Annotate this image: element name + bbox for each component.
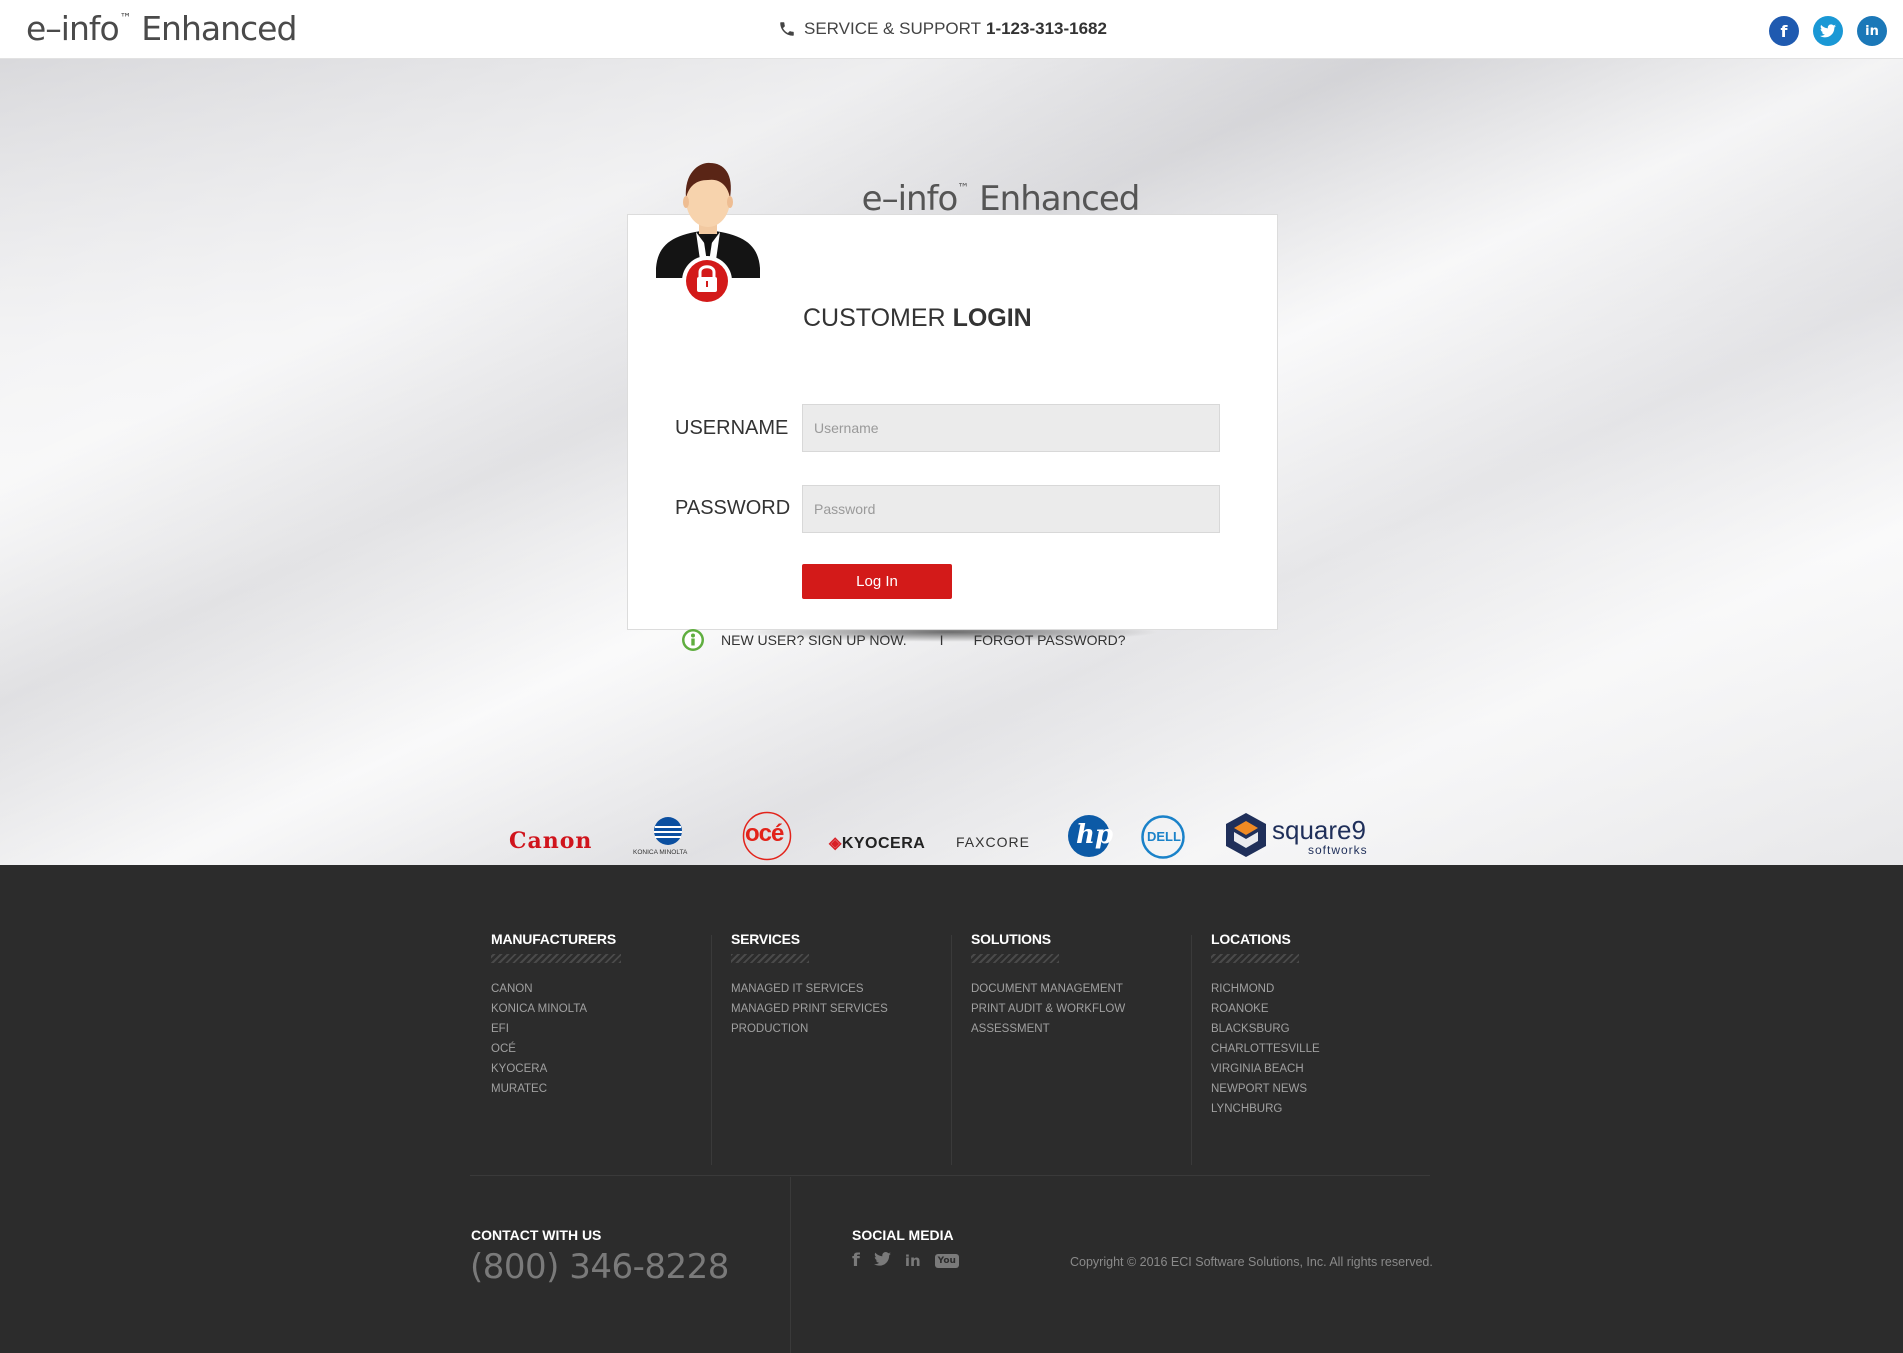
username-label: USERNAME	[675, 417, 789, 439]
square9-hex-icon	[1226, 813, 1266, 857]
login-title-bold: LOGIN	[952, 304, 1032, 332]
social-heading: SOCIAL MEDIA	[852, 1227, 954, 1243]
footer-link[interactable]: RICHMOND	[1211, 979, 1441, 999]
footer-link[interactable]: PRODUCTION	[731, 1019, 961, 1039]
forgot-password-link[interactable]: FORGOT PASSWORD?	[974, 632, 1126, 648]
footer-heading: SOLUTIONS	[971, 931, 1051, 947]
linkedin-icon[interactable]: in	[905, 1252, 921, 1270]
footer-divider	[951, 935, 952, 1165]
header-social-links: f in	[1755, 16, 1887, 46]
username-input[interactable]	[802, 404, 1220, 452]
kyocera-label: KYOCERA	[841, 835, 926, 852]
footer-col-manufacturers: MANUFACTURERS CANON KONICA MINOLTA EFI O…	[491, 931, 721, 1099]
brand-faxcore: FAXCORE	[956, 834, 1030, 850]
footer-link[interactable]: CHARLOTTESVILLE	[1211, 1039, 1441, 1059]
footer-social-links: f in You	[852, 1250, 973, 1271]
logo-tm: ™	[119, 11, 132, 25]
footer-link[interactable]: OCÉ	[491, 1039, 721, 1059]
hero-logo-main: e–info	[861, 179, 959, 219]
contact-phone[interactable]: (800) 346-8228	[470, 1247, 729, 1287]
footer-link[interactable]: ASSESSMENT	[971, 1019, 1201, 1039]
password-input[interactable]	[802, 485, 1220, 533]
twitter-icon[interactable]	[1813, 16, 1843, 46]
support-info: SERVICE & SUPPORT 1-123-313-1682	[778, 19, 1107, 39]
footer-link[interactable]: NEWPORT NEWS	[1211, 1079, 1441, 1099]
site-logo[interactable]: e–info™ Enhanced	[26, 9, 297, 48]
heading-underline	[971, 954, 1059, 963]
heading-underline	[1211, 954, 1299, 963]
konica-label: KONICA MINOLTA	[633, 849, 688, 856]
footer-link[interactable]: KYOCERA	[491, 1059, 721, 1079]
footer-horizontal-divider	[470, 1175, 1430, 1176]
footer-link[interactable]: LYNCHBURG	[1211, 1099, 1441, 1119]
footer-link[interactable]: VIRGINIA BEACH	[1211, 1059, 1441, 1079]
signup-link[interactable]: NEW USER? SIGN UP NOW.	[721, 632, 907, 648]
phone-icon	[780, 22, 794, 36]
contact-heading: CONTACT WITH US	[471, 1227, 602, 1243]
account-links: NEW USER? SIGN UP NOW. I FORGOT PASSWORD…	[681, 628, 1126, 652]
brand-oce: océ	[742, 811, 792, 861]
footer-link[interactable]: MURATEC	[491, 1079, 721, 1099]
hp-label: hp	[1076, 820, 1114, 850]
footer-link[interactable]: CANON	[491, 979, 721, 999]
brand-konica-minolta: KONICA MINOLTA	[633, 816, 703, 866]
hero-logo: e–info™ Enhanced	[0, 179, 1903, 219]
facebook-icon[interactable]: f	[852, 1250, 860, 1271]
footer-col-locations: LOCATIONS RICHMOND ROANOKE BLACKSBURG CH…	[1211, 931, 1441, 1119]
logo-main: e–info	[26, 9, 120, 48]
login-title: CUSTOMER LOGIN	[803, 304, 1032, 333]
password-label: PASSWORD	[675, 497, 791, 519]
footer-link[interactable]: DOCUMENT MANAGEMENT	[971, 979, 1201, 999]
login-title-normal: CUSTOMER	[803, 304, 946, 332]
link-separator: I	[939, 632, 944, 648]
footer-heading: MANUFACTURERS	[491, 931, 616, 947]
footer-divider	[1191, 935, 1192, 1165]
footer-link[interactable]: ROANOKE	[1211, 999, 1441, 1019]
hero-logo-tm: ™	[957, 181, 970, 195]
footer-link[interactable]: MANAGED IT SERVICES	[731, 979, 961, 999]
square9-label: square9	[1272, 815, 1366, 845]
footer-col-solutions: SOLUTIONS DOCUMENT MANAGEMENT PRINT AUDI…	[971, 931, 1201, 1039]
square9-sub-label: softworks	[1308, 843, 1368, 857]
copyright-text: Copyright © 2016 ECI Software Solutions,…	[1070, 1255, 1433, 1269]
oce-label: océ	[745, 820, 784, 847]
hero-logo-suffix: Enhanced	[979, 179, 1140, 219]
support-label: SERVICE & SUPPORT	[804, 19, 981, 38]
brand-dell: DELL	[1141, 815, 1185, 859]
new-user-icon	[682, 629, 704, 651]
footer-link[interactable]: BLACKSBURG	[1211, 1019, 1441, 1039]
footer: MANUFACTURERS CANON KONICA MINOLTA EFI O…	[0, 865, 1903, 1353]
footer-link[interactable]: MANAGED PRINT SERVICES	[731, 999, 961, 1019]
kyocera-mark-icon: ◈	[829, 835, 842, 852]
footer-heading: LOCATIONS	[1211, 931, 1291, 947]
facebook-icon[interactable]: f	[1769, 16, 1799, 46]
dell-label: DELL	[1147, 829, 1181, 844]
login-button[interactable]: Log In	[802, 564, 952, 599]
logo-suffix: Enhanced	[141, 9, 297, 48]
linkedin-icon[interactable]: in	[1857, 16, 1887, 46]
support-number[interactable]: 1-123-313-1682	[986, 19, 1107, 39]
footer-divider	[711, 935, 712, 1165]
brand-hp: hp	[1067, 814, 1114, 858]
footer-col-services: SERVICES MANAGED IT SERVICES MANAGED PRI…	[731, 931, 961, 1039]
brand-canon: Canon	[509, 828, 593, 854]
brand-square9: square9 softworks	[1224, 811, 1394, 861]
top-header: e–info™ Enhanced SERVICE & SUPPORT 1-123…	[0, 0, 1903, 59]
user-lock-avatar-icon	[656, 162, 760, 306]
twitter-icon[interactable]	[873, 1251, 891, 1270]
heading-underline	[731, 954, 809, 963]
youtube-icon[interactable]: You	[934, 1253, 959, 1268]
konica-globe-icon	[654, 817, 682, 845]
footer-heading: SERVICES	[731, 931, 800, 947]
footer-link[interactable]: PRINT AUDIT & WORKFLOW	[971, 999, 1201, 1019]
footer-link[interactable]: EFI	[491, 1019, 721, 1039]
footer-link[interactable]: KONICA MINOLTA	[491, 999, 721, 1019]
footer-divider	[790, 1177, 791, 1353]
heading-underline	[491, 954, 621, 963]
brand-kyocera: ◈KYOCERA	[829, 833, 925, 853]
